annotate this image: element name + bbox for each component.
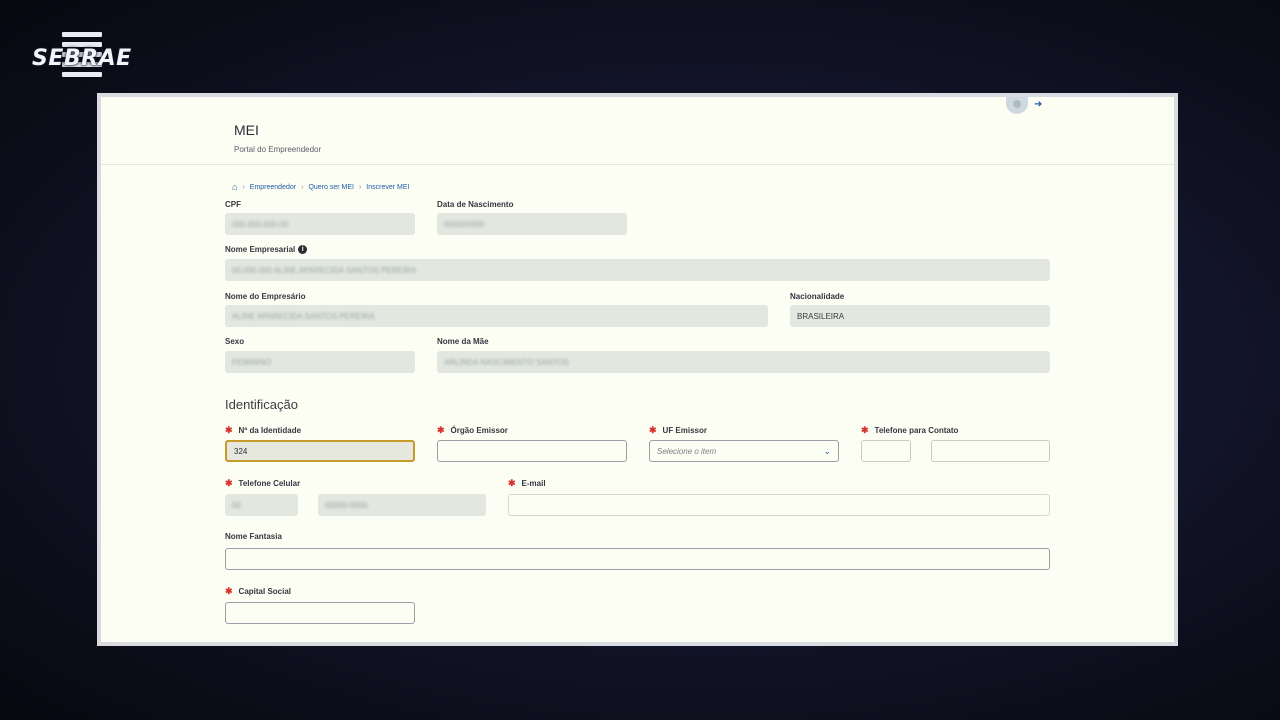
breadcrumb-separator: › (301, 183, 304, 191)
nationality-field: BRASILEIRA (790, 305, 1050, 327)
cpf-field: 000.000.000-00 (225, 213, 415, 235)
birth-date-field: 00/00/0000 (437, 213, 627, 235)
nationality-label: Nacionalidade (790, 292, 845, 301)
company-name-label-text: Nome Empresarial (225, 245, 296, 254)
uf-issuer-label-text: UF Emissor (662, 426, 708, 435)
id-number-input[interactable]: 324 (225, 440, 415, 462)
birth-date-label: Data de Nascimento (437, 200, 514, 209)
sex-field: FEMININO (225, 351, 415, 373)
company-name-label: Nome Empresarial i (225, 245, 308, 254)
info-icon[interactable]: i (298, 245, 308, 254)
contact-phone-number-input[interactable] (931, 440, 1050, 462)
screen-frame: MEI Portal do Empreendedor ➜ ⌂ › Empreen… (97, 93, 1178, 646)
company-name-value: 00.000.000 ALINE APARECIDA SANTOS PEREIR… (232, 265, 417, 275)
required-icon: ✱ (225, 586, 233, 596)
issuer-input[interactable] (437, 440, 627, 462)
mobile-ddd-field: 00 (225, 494, 298, 516)
contact-phone-label-text: Telefone para Contato (874, 426, 959, 435)
trade-name-input[interactable] (225, 548, 1050, 570)
mobile-number-value: 00000-0000 (325, 500, 368, 510)
uf-issuer-label: ✱ UF Emissor (649, 425, 707, 436)
id-number-label-text: Nº da Identidade (238, 426, 302, 435)
uf-issuer-select[interactable]: Selecione o item ⌄ (649, 440, 839, 462)
required-icon: ✱ (508, 478, 516, 488)
company-name-field: 00.000.000 ALINE APARECIDA SANTOS PEREIR… (225, 259, 1050, 281)
id-number-label: ✱ Nº da Identidade (225, 425, 301, 436)
required-icon: ✱ (437, 425, 445, 435)
contact-phone-ddd-input[interactable] (861, 440, 911, 462)
logo-text: SEBRAE (32, 46, 132, 71)
app-title: MEI (234, 122, 259, 138)
logout-icon[interactable]: ➜ (1034, 99, 1042, 110)
sebrae-logo: SEBRAE (32, 32, 137, 88)
required-icon: ✱ (861, 425, 869, 435)
user-avatar[interactable] (1006, 97, 1028, 114)
breadcrumb-link-quero-ser-mei[interactable]: Quero ser MEI (308, 184, 354, 191)
required-icon: ✱ (225, 478, 233, 488)
mobile-phone-label-text: Telefone Celular (238, 479, 301, 488)
email-label-text: E-mail (521, 479, 546, 488)
capital-label-text: Capital Social (238, 587, 292, 596)
capital-input[interactable] (225, 602, 415, 624)
cpf-label: CPF (225, 200, 241, 209)
app-subtitle: Portal do Empreendedor (234, 145, 322, 154)
breadcrumb: ⌂ › Empreendedor › Quero ser MEI › Inscr… (232, 182, 409, 192)
owner-name-field: ALINE APARECIDA SANTOS PEREIRA (225, 305, 768, 327)
home-icon[interactable]: ⌂ (232, 182, 237, 192)
cpf-value: 000.000.000-00 (232, 219, 289, 229)
section-title-identificacao: Identificação (225, 397, 298, 412)
mother-name-field: ARLINDA NASCIMENTO SANTOS (437, 351, 1050, 373)
breadcrumb-separator: › (358, 183, 362, 191)
trade-name-label: Nome Fantasia (225, 532, 282, 541)
required-icon: ✱ (649, 425, 657, 435)
sex-value: FEMININO (232, 357, 272, 367)
mother-name-label: Nome da Mãe (437, 337, 489, 346)
mobile-ddd-value: 00 (232, 500, 241, 510)
chevron-down-icon: ⌄ (823, 445, 831, 456)
breadcrumb-separator: › (242, 183, 245, 191)
owner-name-label: Nome do Empresário (225, 292, 306, 301)
uf-issuer-placeholder: Selecione o item (657, 446, 717, 456)
sex-label: Sexo (225, 337, 245, 346)
mobile-phone-label: ✱ Telefone Celular (225, 478, 300, 489)
breadcrumb-link-empreendedor[interactable]: Empreendedor (250, 184, 296, 191)
app-header: MEI Portal do Empreendedor ➜ (101, 97, 1174, 165)
capital-label: ✱ Capital Social (225, 586, 291, 597)
mother-name-value: ARLINDA NASCIMENTO SANTOS (444, 357, 569, 367)
mobile-number-field: 00000-0000 (318, 494, 486, 516)
issuer-label: ✱ Órgão Emissor (437, 425, 508, 436)
issuer-label-text: Órgão Emissor (450, 426, 508, 435)
birth-date-value: 00/00/0000 (444, 219, 485, 229)
required-icon: ✱ (225, 425, 233, 435)
app-screen: MEI Portal do Empreendedor ➜ ⌂ › Empreen… (101, 97, 1174, 642)
email-label: ✱ E-mail (508, 478, 546, 489)
contact-phone-label: ✱ Telefone para Contato (861, 425, 958, 436)
email-input[interactable] (508, 494, 1050, 516)
breadcrumb-current[interactable]: Inscrever MEI (366, 184, 409, 191)
owner-name-value: ALINE APARECIDA SANTOS PEREIRA (232, 311, 375, 321)
